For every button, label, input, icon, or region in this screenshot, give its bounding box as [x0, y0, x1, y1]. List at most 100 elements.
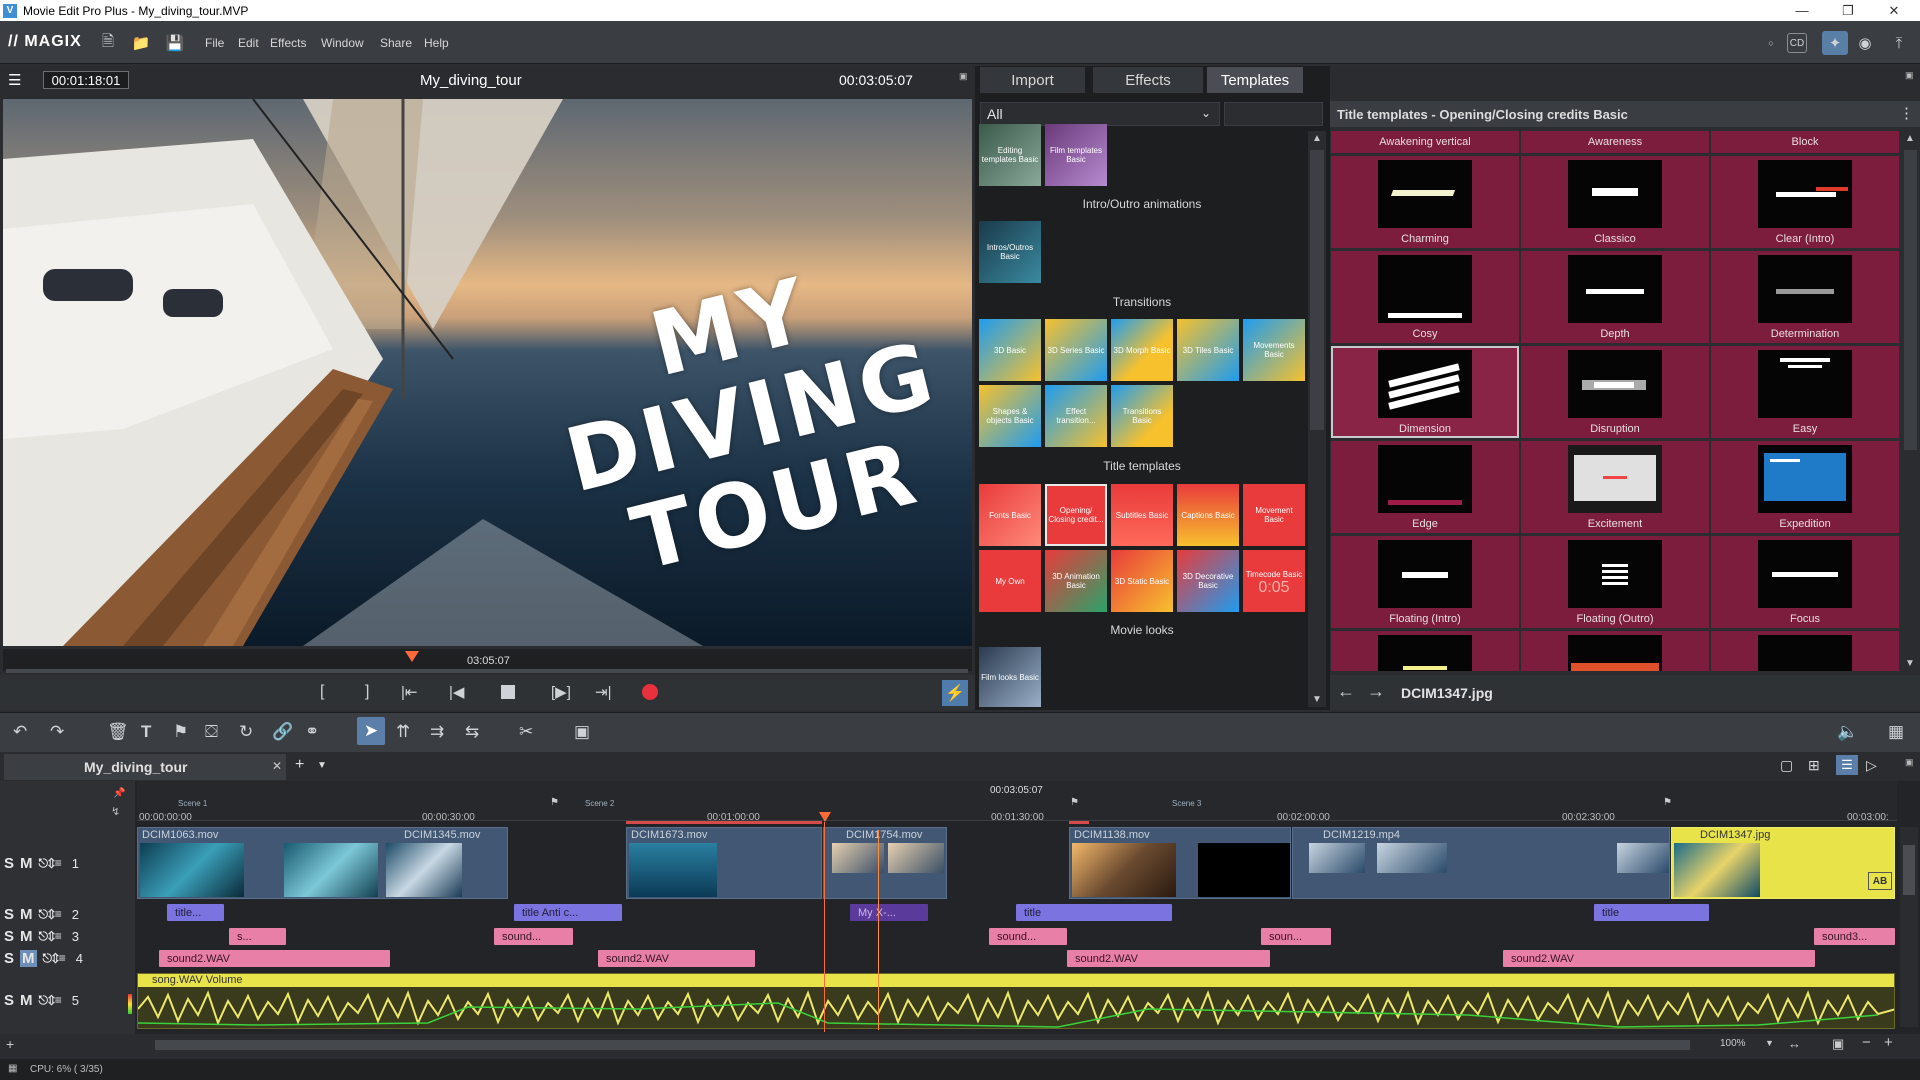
- mute-button[interactable]: M: [20, 928, 33, 945]
- template-cosy[interactable]: Cosy: [1331, 251, 1519, 343]
- track-options-icon[interactable]: ⎋⇕≡: [39, 929, 62, 944]
- zoom-out-icon[interactable]: −: [1862, 1034, 1871, 1051]
- thumb-subtitles[interactable]: Subtitles Basic: [1111, 484, 1173, 546]
- zoom-window-icon[interactable]: ▣: [1832, 1036, 1844, 1052]
- thumb-movement[interactable]: Movement Basic: [1243, 484, 1305, 546]
- sound-object[interactable]: sound3...: [1814, 928, 1895, 945]
- template-depth[interactable]: Depth: [1521, 251, 1709, 343]
- thumb-film-looks[interactable]: Film looks Basic: [979, 647, 1041, 707]
- maximize-panel-icon[interactable]: ▣: [1905, 70, 1914, 81]
- title-object[interactable]: My X-...: [850, 904, 928, 921]
- solo-button[interactable]: S: [4, 950, 14, 967]
- template-expedition[interactable]: Expedition: [1711, 441, 1899, 533]
- thumb-3d-static[interactable]: 3D Static Basic: [1111, 550, 1173, 612]
- ripple-tool-icon[interactable]: ⇈: [396, 722, 410, 742]
- filter-select[interactable]: All ⌄: [980, 102, 1220, 126]
- maximize-timeline-icon[interactable]: ▣: [1905, 757, 1914, 768]
- zoom-in-icon[interactable]: +: [1884, 1034, 1893, 1051]
- menu-file[interactable]: File: [205, 36, 224, 50]
- forward-arrow-icon[interactable]: →: [1367, 681, 1385, 702]
- split-icon[interactable]: ⛋: [205, 722, 218, 742]
- template-partial-2[interactable]: [1521, 631, 1709, 671]
- template-partial-1[interactable]: [1331, 631, 1519, 671]
- menu-share[interactable]: Share: [380, 36, 412, 50]
- title-object[interactable]: title Anti c...: [514, 904, 622, 921]
- template-floating-outro[interactable]: Floating (Outro): [1521, 536, 1709, 628]
- thumb-film-templates[interactable]: Film templates Basic: [1045, 124, 1107, 186]
- tab-templates[interactable]: Templates: [1207, 67, 1303, 93]
- wizard-icon[interactable]: ✦: [1822, 31, 1848, 55]
- video-clip[interactable]: DCIM1063.mov DCIM1345.mov: [137, 827, 508, 899]
- snap-icon[interactable]: ↯: [111, 805, 120, 818]
- record-icon[interactable]: [642, 684, 658, 700]
- mute-button[interactable]: M: [20, 855, 33, 872]
- template-easy[interactable]: Easy: [1711, 346, 1899, 438]
- sound-object[interactable]: sound2.WAV: [598, 950, 755, 967]
- templates-scroll-thumb[interactable]: [1904, 150, 1917, 450]
- menu-effects[interactable]: Effects: [270, 36, 306, 50]
- template-focus[interactable]: Focus: [1711, 536, 1899, 628]
- open-folder-icon[interactable]: 📁: [131, 33, 151, 53]
- scroll-down-icon[interactable]: ▼: [1905, 658, 1915, 669]
- template-partial-3[interactable]: [1711, 631, 1899, 671]
- marker-flag-icon[interactable]: ⚑: [1663, 797, 1672, 808]
- add-tab-icon[interactable]: +: [295, 756, 304, 774]
- stop-icon[interactable]: [501, 685, 515, 699]
- timeline-view-icon[interactable]: ☰: [1836, 755, 1858, 775]
- template-edge[interactable]: Edge: [1331, 441, 1519, 533]
- song-audio-object[interactable]: song.WAV Volume: [137, 973, 1895, 1029]
- sound-object[interactable]: s...: [229, 928, 286, 945]
- marker-flag-icon[interactable]: ⚑: [550, 797, 559, 808]
- undo-icon[interactable]: ↶: [13, 722, 27, 742]
- mute-button[interactable]: M: [20, 906, 33, 923]
- template-dimension[interactable]: Dimension: [1331, 346, 1519, 438]
- stretch-tool-icon[interactable]: ⇆: [465, 722, 479, 742]
- redo-icon[interactable]: ↷: [50, 722, 64, 742]
- project-tab[interactable]: My_diving_tour ✕: [4, 754, 286, 780]
- current-time[interactable]: 00:01:18:01: [43, 71, 129, 89]
- media-scroll-thumb[interactable]: [1310, 150, 1324, 430]
- track-options-icon[interactable]: ⎋⇕≡: [39, 856, 62, 871]
- menu-window[interactable]: Window: [321, 36, 364, 50]
- unlink-icon[interactable]: ⚭: [305, 722, 319, 742]
- track-options-icon[interactable]: ⎋⇕≡: [43, 951, 66, 966]
- snapshot-icon[interactable]: ▣: [574, 722, 590, 742]
- cd-icon[interactable]: CD: [1787, 33, 1807, 53]
- track-options-icon[interactable]: ⎋⇕≡: [39, 993, 62, 1008]
- scrub-track[interactable]: [6, 669, 968, 673]
- menu-help[interactable]: Help: [424, 36, 449, 50]
- thumb-movements[interactable]: Movements Basic: [1243, 319, 1305, 381]
- template-awakening-vertical[interactable]: Awakening vertical: [1331, 131, 1519, 153]
- close-icon[interactable]: ✕: [1872, 0, 1916, 21]
- timeline-playhead[interactable]: [824, 822, 825, 1032]
- scene-view-icon[interactable]: ⊞: [1808, 757, 1820, 774]
- sound-object[interactable]: sound...: [494, 928, 573, 945]
- marker-flag-icon[interactable]: ⚑: [173, 722, 188, 742]
- pin-icon[interactable]: 📌: [113, 788, 125, 799]
- video-clip[interactable]: DCIM1673.mov: [626, 827, 822, 899]
- timeline-hscroll-thumb[interactable]: [155, 1040, 1690, 1050]
- mixer-icon[interactable]: ▦: [1888, 722, 1904, 742]
- title-object[interactable]: title...: [167, 904, 224, 921]
- thumb-3d-tiles[interactable]: 3D Tiles Basic: [1177, 319, 1239, 381]
- mute-button[interactable]: M: [20, 992, 33, 1009]
- more-options-icon[interactable]: ⋮: [1899, 104, 1914, 122]
- mute-button-active[interactable]: M: [20, 950, 37, 967]
- thumb-my-own[interactable]: My Own: [979, 550, 1041, 612]
- template-block[interactable]: Block: [1711, 131, 1899, 153]
- thumb-intros-outros[interactable]: Intros/Outros Basic: [979, 221, 1041, 283]
- hamburger-icon[interactable]: ☰: [8, 71, 21, 89]
- sound-object[interactable]: sound2.WAV: [1067, 950, 1270, 967]
- upload-icon[interactable]: ⤒: [1889, 33, 1909, 53]
- delete-icon[interactable]: 🗑: [107, 722, 129, 742]
- track-options-icon[interactable]: ⎋⇕≡: [39, 907, 62, 922]
- video-clip[interactable]: DCIM1138.mov: [1069, 827, 1291, 899]
- timeline-playhead-icon[interactable]: [819, 812, 831, 822]
- template-excitement[interactable]: Excitement: [1521, 441, 1709, 533]
- solo-button[interactable]: S: [4, 906, 14, 923]
- scene-marker[interactable]: Scene 1: [178, 799, 207, 808]
- template-classico[interactable]: Classico: [1521, 156, 1709, 248]
- thumb-shapes-objects[interactable]: Shapes & objects Basic: [979, 385, 1041, 447]
- solo-button[interactable]: S: [4, 928, 14, 945]
- thumb-captions[interactable]: Captions Basic: [1177, 484, 1239, 546]
